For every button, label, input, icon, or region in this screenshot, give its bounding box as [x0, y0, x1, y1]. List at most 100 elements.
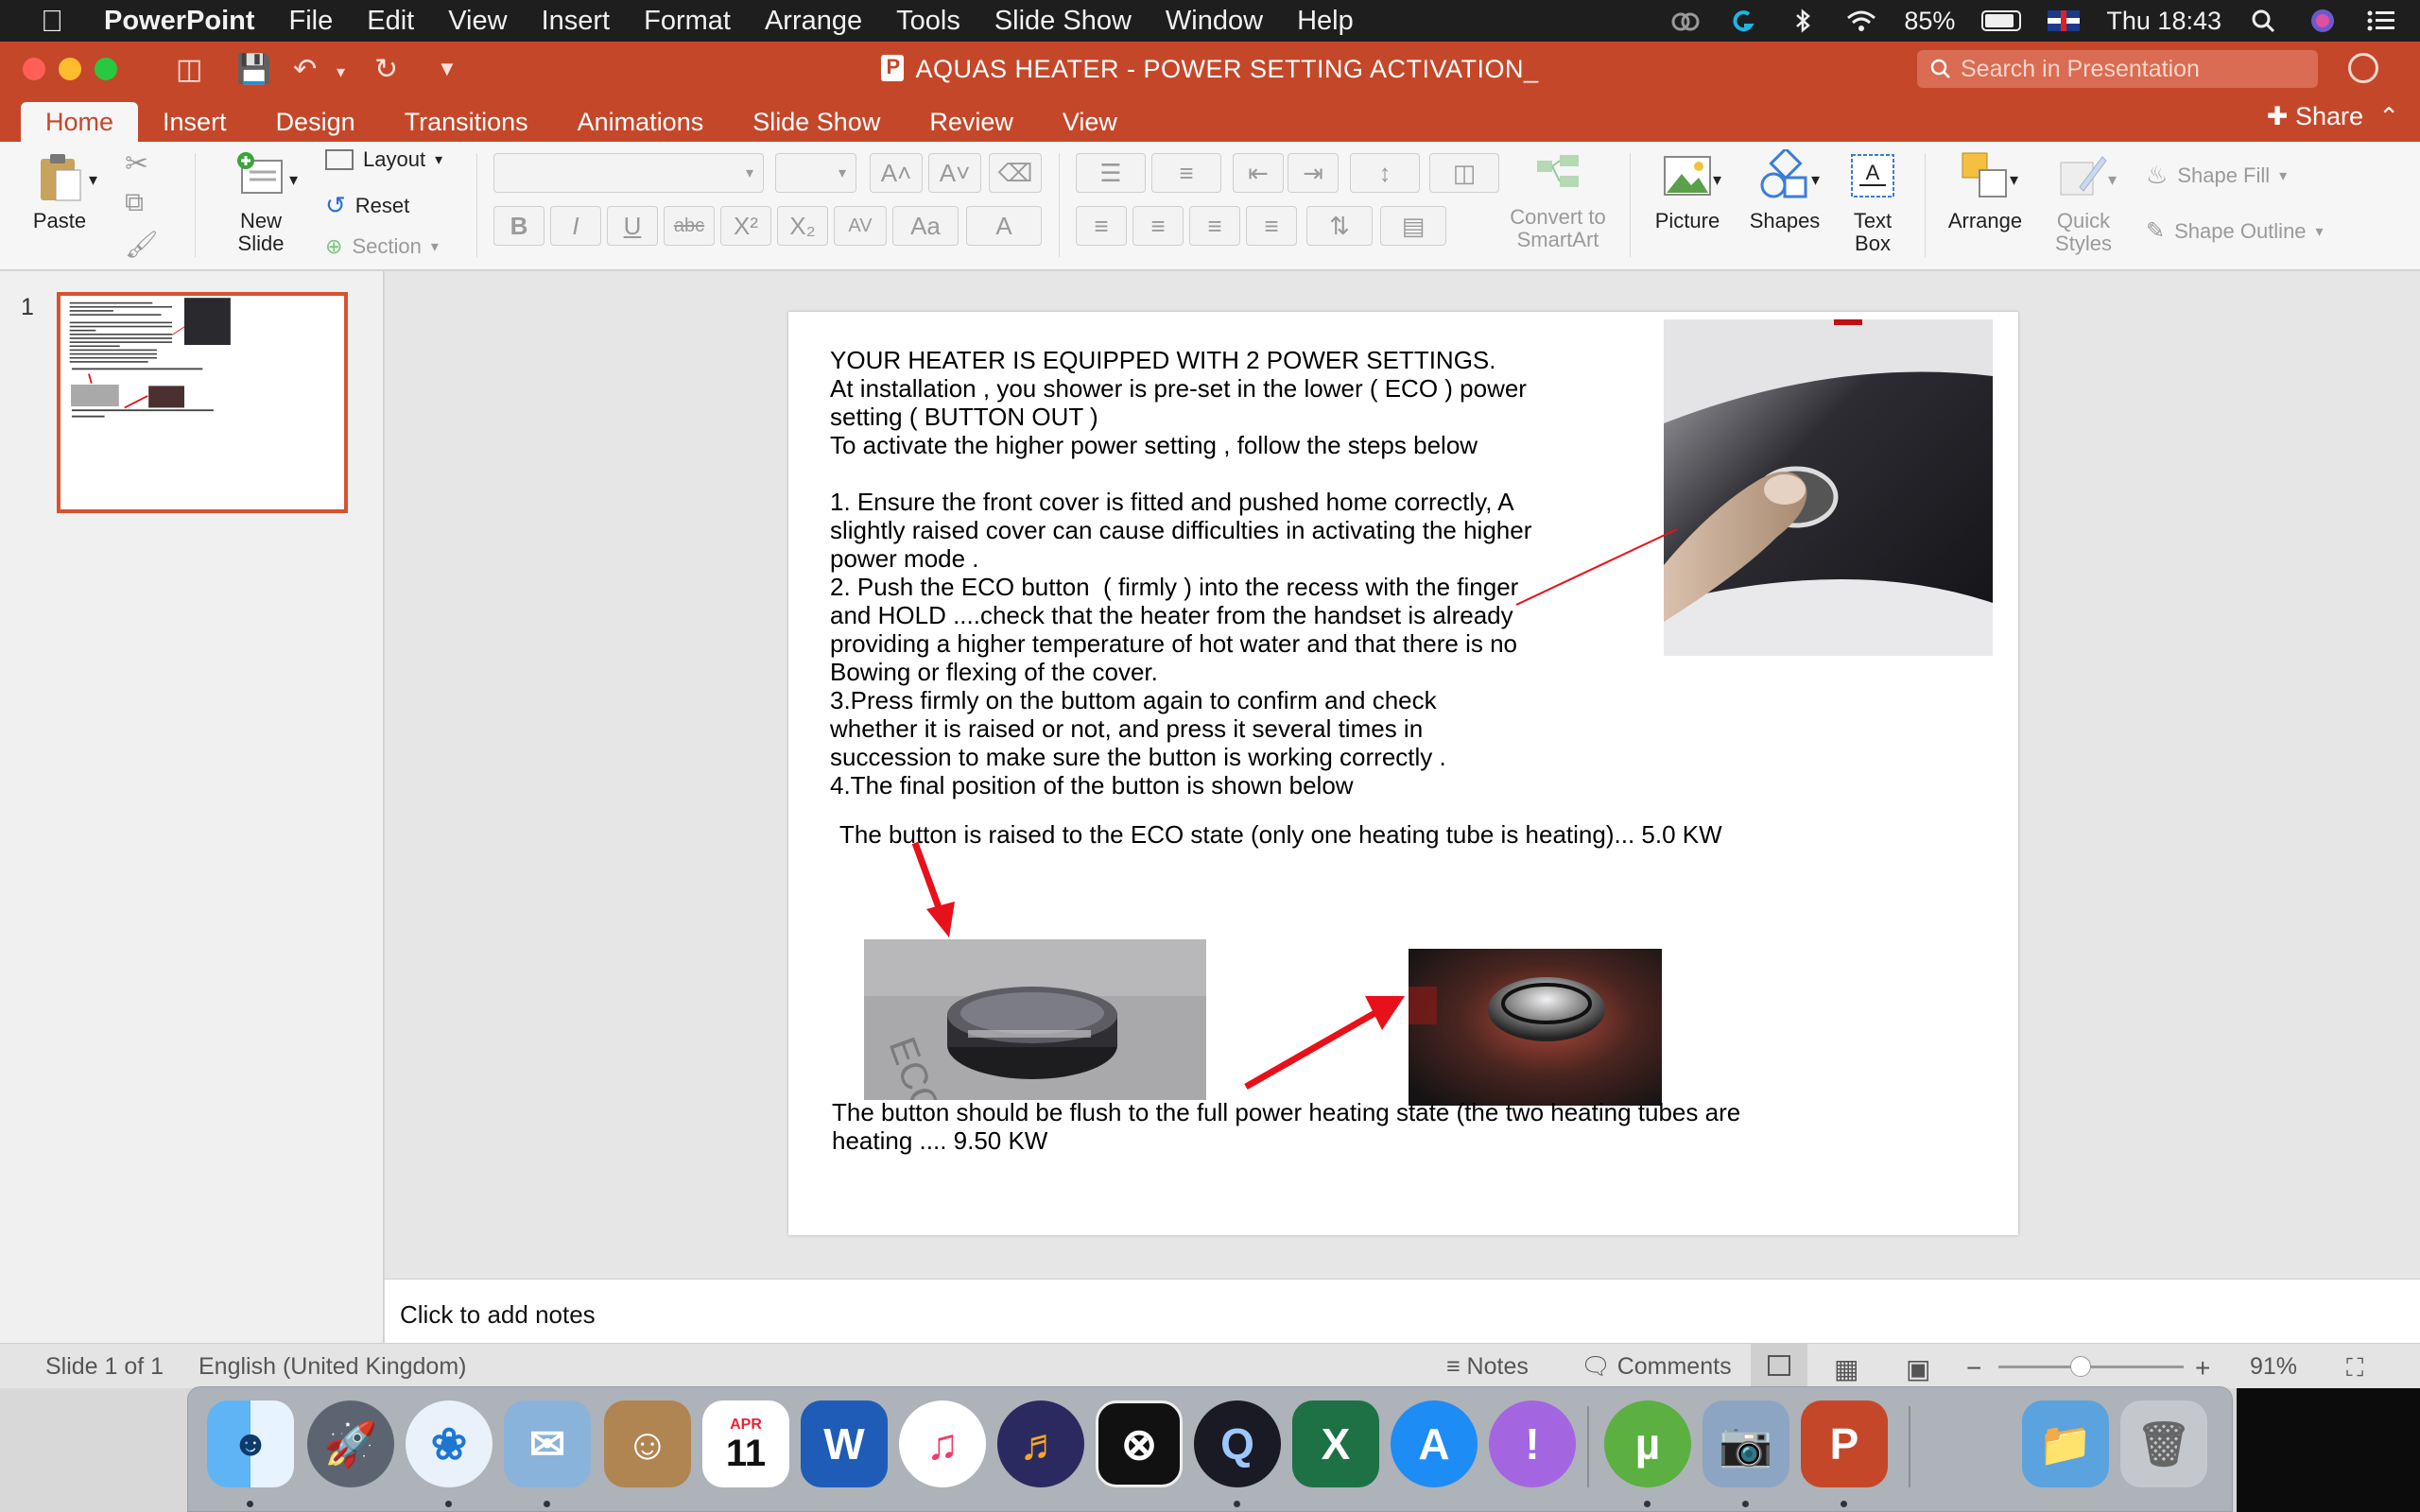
reset-button[interactable]: ↺ Reset: [325, 191, 409, 220]
tab-design[interactable]: Design: [251, 102, 380, 142]
step-3-text[interactable]: whether it is raised or not, and press i…: [830, 714, 1423, 743]
launchpad-icon[interactable]: 🚀: [307, 1400, 394, 1487]
align-center-button[interactable]: ≡: [1132, 206, 1184, 246]
tab-animations[interactable]: Animations: [553, 102, 729, 142]
collapse-ribbon-icon[interactable]: ⌃: [2378, 102, 2399, 131]
share-button[interactable]: ✚ Share: [2267, 102, 2363, 131]
step-2-text[interactable]: providing a higher temperature of hot wa…: [830, 629, 1517, 658]
bluetooth-icon[interactable]: [1787, 9, 1819, 33]
picture-dropdown-icon[interactable]: ▾: [1713, 170, 1721, 190]
notes-placeholder[interactable]: Click to add notes: [400, 1300, 596, 1330]
music-icon[interactable]: ♫: [899, 1400, 986, 1487]
app-store-icon[interactable]: A: [1391, 1400, 1478, 1487]
copy-icon[interactable]: ⧉: [125, 187, 144, 218]
step-2-text[interactable]: 2. Push the ECO button ( firmly ) into t…: [830, 573, 1518, 601]
character-spacing-button[interactable]: AV: [834, 206, 887, 246]
feedback-smiley-icon[interactable]: [2348, 53, 2378, 83]
font-size-dropdown[interactable]: ▾: [775, 153, 856, 193]
numbering-button[interactable]: ≡: [1151, 153, 1221, 193]
creative-cloud-icon[interactable]: [1669, 9, 1702, 33]
search-input[interactable]: [1961, 55, 2301, 83]
cut-icon[interactable]: ✂: [125, 147, 148, 180]
change-case-button[interactable]: Aa: [892, 206, 959, 246]
notification-center-icon[interactable]: [2365, 9, 2397, 33]
tab-review[interactable]: Review: [905, 102, 1038, 142]
full-power-caption[interactable]: The button should be flush to the full p…: [832, 1098, 1740, 1126]
notes-pane[interactable]: Click to add notes: [385, 1279, 2420, 1343]
clear-formatting-button[interactable]: ⌫: [989, 153, 1042, 193]
text-direction-button[interactable]: ⇅: [1306, 206, 1373, 246]
intro-line[interactable]: setting ( BUTTON OUT ): [830, 403, 1098, 431]
menu-format[interactable]: Format: [644, 6, 731, 37]
superscript-button[interactable]: X²: [720, 206, 771, 246]
step-1-text[interactable]: power mode .: [830, 544, 979, 573]
step-2-text[interactable]: Bowing or flexing of the cover.: [830, 658, 1158, 686]
audacity-icon[interactable]: ♬: [997, 1400, 1084, 1487]
slide-sorter-view-icon[interactable]: ▦: [1834, 1353, 1858, 1384]
font-color-button[interactable]: A: [966, 206, 1042, 246]
tab-home[interactable]: Home: [21, 102, 139, 142]
menu-help[interactable]: Help: [1297, 6, 1354, 37]
finder-icon[interactable]: ☻: [207, 1400, 294, 1487]
bullets-button[interactable]: ☰: [1076, 153, 1146, 193]
bold-button[interactable]: B: [493, 206, 544, 246]
layout-button[interactable]: Layout ▾: [325, 147, 442, 172]
zoom-slider-track[interactable]: [1998, 1366, 2184, 1368]
arrange-button[interactable]: Arrange: [1940, 149, 2031, 232]
align-left-button[interactable]: ≡: [1076, 206, 1127, 246]
intro-line[interactable]: At installation , you shower is pre-set …: [830, 374, 1527, 403]
logitech-icon[interactable]: [1728, 9, 1760, 33]
italic-button[interactable]: I: [550, 206, 601, 246]
tab-insert[interactable]: Insert: [138, 102, 251, 142]
align-text-button[interactable]: ▤: [1380, 206, 1446, 246]
line-spacing-button[interactable]: ↕: [1350, 153, 1420, 193]
siri-icon[interactable]: [2307, 9, 2339, 33]
format-painter-icon[interactable]: 🖌: [125, 229, 159, 260]
menu-window[interactable]: Window: [1166, 6, 1263, 37]
subscript-button[interactable]: X₂: [777, 206, 828, 246]
menu-file[interactable]: File: [289, 6, 334, 37]
new-slide-button[interactable]: New Slide: [216, 149, 306, 255]
tab-transitions[interactable]: Transitions: [380, 102, 553, 142]
step-1-text[interactable]: 1. Ensure the front cover is fitted and …: [830, 488, 1514, 516]
shape-fill-button[interactable]: ♨ Shape Fill ▾: [2146, 161, 2287, 190]
step-4-text[interactable]: 4.The final position of the button is sh…: [830, 771, 1354, 799]
finger-press-photo[interactable]: [1664, 319, 1993, 656]
quicktime-icon[interactable]: Q: [1194, 1400, 1281, 1487]
slide-thumbnail[interactable]: [57, 292, 348, 513]
zoom-level[interactable]: 91%: [2250, 1353, 2297, 1381]
quick-styles-button[interactable]: Quick Styles: [2038, 149, 2129, 255]
tab-view[interactable]: View: [1038, 102, 1142, 142]
full-power-button-flush-photo[interactable]: [1409, 949, 1662, 1106]
step-3-text[interactable]: succession to make sure the button is wo…: [830, 743, 1446, 771]
columns-button[interactable]: ◫: [1429, 153, 1499, 193]
excel-icon[interactable]: X: [1292, 1400, 1379, 1487]
zoom-slider-handle[interactable]: [2070, 1356, 2091, 1377]
justify-button[interactable]: ≡: [1246, 206, 1297, 246]
eco-state-caption[interactable]: The button is raised to the ECO state (o…: [839, 820, 1722, 849]
menu-slide-show[interactable]: Slide Show: [994, 6, 1132, 37]
section-button[interactable]: ⊕ Section ▾: [325, 234, 439, 259]
language-indicator[interactable]: English (United Kingdom): [199, 1353, 466, 1381]
clock[interactable]: Thu 18:43: [2106, 7, 2221, 36]
downloads-folder-icon[interactable]: 📁: [2022, 1400, 2109, 1487]
menu-edit[interactable]: Edit: [367, 6, 414, 37]
app-menu[interactable]: PowerPoint: [104, 6, 255, 37]
increase-indent-button[interactable]: ⇥: [1288, 153, 1339, 193]
intro-heading[interactable]: YOUR HEATER IS EQUIPPED WITH 2 POWER SET…: [830, 346, 1496, 374]
battery-icon[interactable]: [1981, 10, 2022, 31]
fit-to-window-icon[interactable]: ⛶: [2346, 1353, 2363, 1383]
utorrent-icon[interactable]: µ: [1604, 1400, 1691, 1487]
spotlight-search-icon[interactable]: [2248, 9, 2280, 33]
preview-icon[interactable]: 📷: [1703, 1400, 1789, 1487]
text-box-button[interactable]: A Text Box: [1840, 149, 1906, 255]
shapes-dropdown-icon[interactable]: ▾: [1811, 170, 1820, 190]
shape-outline-button[interactable]: ✎ Shape Outline ▾: [2146, 217, 2324, 245]
word-icon[interactable]: W: [801, 1400, 888, 1487]
underline-button[interactable]: U: [607, 206, 658, 246]
decrease-font-size-button[interactable]: A˅: [928, 153, 981, 193]
safari-icon[interactable]: ❀: [406, 1400, 493, 1487]
new-slide-dropdown-icon[interactable]: ▾: [289, 170, 298, 190]
menu-insert[interactable]: Insert: [542, 6, 611, 37]
slide[interactable]: YOUR HEATER IS EQUIPPED WITH 2 POWER SET…: [788, 312, 2018, 1235]
